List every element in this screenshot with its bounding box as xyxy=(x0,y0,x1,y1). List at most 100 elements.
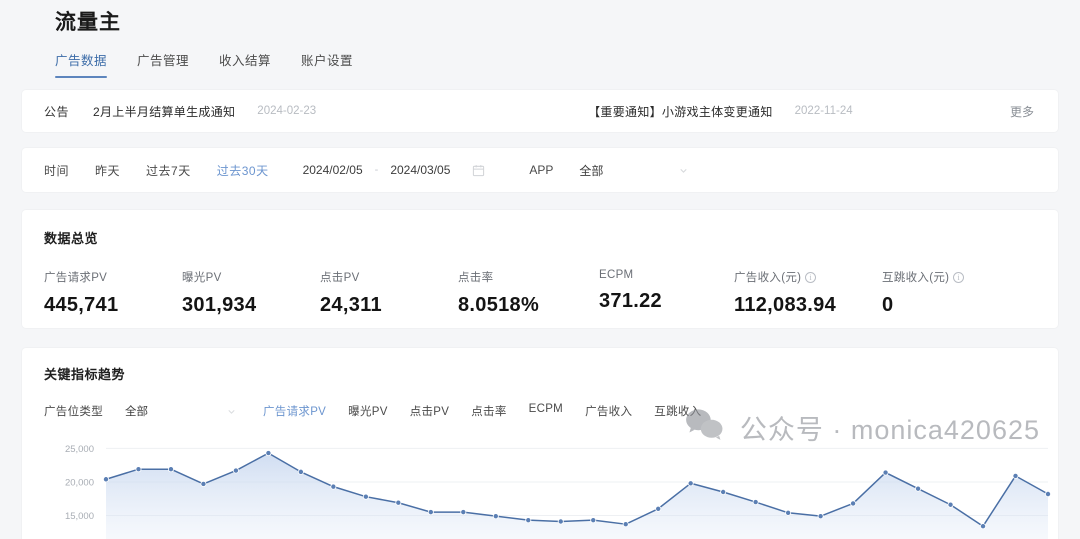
tab-account-settings[interactable]: 账户设置 xyxy=(301,50,353,78)
chart-data-point[interactable] xyxy=(362,493,369,500)
ad-slot-type-value: 全部 xyxy=(125,406,148,418)
trend-tab-cross-jump-revenue[interactable]: 互跳收入 xyxy=(654,403,701,419)
chart-data-point[interactable] xyxy=(167,466,174,473)
calendar-icon xyxy=(472,164,485,177)
trend-tab-exposure-pv[interactable]: 曝光PV xyxy=(348,403,388,419)
chart-data-point[interactable] xyxy=(395,499,402,506)
notice-link-2[interactable]: 【重要通知】小游戏主体变更通知 xyxy=(588,103,773,120)
trend-tab-ad-revenue[interactable]: 广告收入 xyxy=(585,403,632,419)
metric-label-text: 广告收入(元) xyxy=(734,272,802,284)
ad-slot-type-select[interactable]: 全部 xyxy=(125,403,237,419)
metric-cross-jump-revenue: 互跳收入(元) i 0 xyxy=(882,269,965,317)
metric-ecpm: ECPM 371.22 xyxy=(599,269,734,317)
chart-data-point[interactable] xyxy=(427,509,434,516)
range-last-7-days[interactable]: 过去7天 xyxy=(146,162,191,179)
metric-label-text: 曝光PV xyxy=(182,272,222,284)
overview-title: 数据总览 xyxy=(44,231,99,246)
chevron-down-icon xyxy=(226,406,237,417)
tab-ad-data[interactable]: 广告数据 xyxy=(55,50,108,78)
chart-data-point[interactable] xyxy=(915,485,922,492)
app-filter-label: APP xyxy=(529,163,554,177)
info-icon[interactable]: i xyxy=(953,271,965,283)
metric-value: 24,311 xyxy=(320,294,382,316)
chart-data-point[interactable] xyxy=(103,476,110,483)
chart-data-point[interactable] xyxy=(492,513,499,520)
chart-data-point[interactable] xyxy=(720,489,727,496)
chart-data-point[interactable] xyxy=(200,480,207,487)
metric-label: 广告请求PV xyxy=(44,269,182,285)
trend-tab-ecpm[interactable]: ECPM xyxy=(529,403,563,419)
chart-data-point[interactable] xyxy=(817,513,824,520)
trend-tab-click-rate[interactable]: 点击率 xyxy=(471,403,506,419)
chart-data-point[interactable] xyxy=(687,480,694,487)
range-yesterday[interactable]: 昨天 xyxy=(95,162,120,179)
metric-exposure-pv: 曝光PV 301,934 xyxy=(182,269,320,317)
chart-data-point[interactable] xyxy=(330,483,337,490)
trend-title: 关键指标趋势 xyxy=(44,367,126,382)
chart-data-point[interactable] xyxy=(1045,491,1052,498)
metric-value: 445,741 xyxy=(44,294,119,316)
chart-data-point[interactable] xyxy=(850,500,857,507)
notice-bar: 公告 2月上半月结算单生成通知 2024-02-23 【重要通知】小游戏主体变更… xyxy=(22,90,1058,132)
notice-more-link[interactable]: 更多 xyxy=(1010,103,1034,120)
metric-ad-request-pv: 广告请求PV 445,741 xyxy=(44,269,182,317)
page-header: 流量主 广告数据 广告管理 收入结算 账户设置 xyxy=(0,0,1080,78)
metric-click-pv: 点击PV 24,311 xyxy=(320,269,458,317)
chart-data-point[interactable] xyxy=(232,467,239,474)
y-axis-tick: 20,000 xyxy=(65,477,94,488)
tab-ad-management[interactable]: 广告管理 xyxy=(137,50,189,78)
chart-data-point[interactable] xyxy=(557,518,564,525)
chart-data-point[interactable] xyxy=(265,450,272,457)
notice-item-1: 公告 2月上半月结算单生成通知 2024-02-23 xyxy=(44,103,316,120)
chevron-down-icon xyxy=(678,165,689,176)
metric-value: 371.22 xyxy=(599,290,662,312)
chart-data-point[interactable] xyxy=(297,468,304,475)
metric-label-text: 点击PV xyxy=(320,272,360,284)
chart-data-point[interactable] xyxy=(622,521,629,528)
trend-tab-ad-request-pv[interactable]: 广告请求PV xyxy=(263,403,326,419)
notice-date-2: 2022-11-24 xyxy=(794,105,853,117)
time-filter-label: 时间 xyxy=(44,163,70,178)
chart-area-fill xyxy=(106,453,1048,539)
notice-link-1[interactable]: 2月上半月结算单生成通知 xyxy=(93,103,235,120)
range-last-30-days[interactable]: 过去30天 xyxy=(217,162,269,179)
chart-data-point[interactable] xyxy=(1012,472,1019,479)
date-range-picker[interactable]: 2024/02/05 - 2024/03/05 xyxy=(303,163,486,177)
main-tab-bar: 广告数据 广告管理 收入结算 账户设置 xyxy=(55,50,1080,78)
chart-data-point[interactable] xyxy=(785,509,792,516)
ad-slot-type-label: 广告位类型 xyxy=(44,406,103,418)
metric-label: 点击PV xyxy=(320,269,458,285)
y-axis-tick: 15,000 xyxy=(65,511,94,522)
chart-data-point[interactable] xyxy=(135,466,142,473)
info-icon[interactable]: i xyxy=(805,271,817,283)
chart-data-point[interactable] xyxy=(752,499,759,506)
y-axis-tick: 25,000 xyxy=(65,444,94,455)
trend-chart[interactable]: 25,00020,00015,00010,000 xyxy=(44,431,1052,539)
trend-chart-svg: 25,00020,00015,00010,000 xyxy=(65,444,1052,539)
trend-tab-click-pv[interactable]: 点击PV xyxy=(410,403,450,419)
metric-label: 互跳收入(元) i xyxy=(882,269,965,285)
metric-label: 点击率 xyxy=(458,269,599,285)
chart-data-point[interactable] xyxy=(525,517,532,524)
app-select[interactable]: 全部 xyxy=(579,162,689,179)
metric-value: 0 xyxy=(882,294,894,316)
date-range-separator: - xyxy=(374,164,379,176)
metric-label: 曝光PV xyxy=(182,269,320,285)
metric-label: 广告收入(元) i xyxy=(734,269,882,285)
chart-data-point[interactable] xyxy=(655,505,662,512)
chart-data-point[interactable] xyxy=(980,523,987,530)
chart-data-point[interactable] xyxy=(590,517,597,524)
metric-list: 广告请求PV 445,741 曝光PV 301,934 点击PV 24,311 … xyxy=(44,269,1036,317)
metric-label-text: ECPM xyxy=(599,269,634,281)
trend-controls: 广告位类型 全部 广告请求PV 曝光PV 点击PV 点击率 ECPM 广告收入 … xyxy=(44,403,1036,419)
app-select-value: 全部 xyxy=(579,163,604,178)
tab-income-settlement[interactable]: 收入结算 xyxy=(219,50,271,78)
notice-date-1: 2024-02-23 xyxy=(257,105,317,117)
date-end-value: 2024/03/05 xyxy=(390,163,451,177)
chart-data-point[interactable] xyxy=(882,469,889,476)
chart-data-point[interactable] xyxy=(947,501,954,508)
metric-value: 301,934 xyxy=(182,294,257,316)
metric-value: 112,083.94 xyxy=(734,294,836,316)
flow-master-page: 流量主 广告数据 广告管理 收入结算 账户设置 公告 2月上半月结算单生成通知 … xyxy=(0,0,1080,539)
chart-data-point[interactable] xyxy=(460,509,467,516)
